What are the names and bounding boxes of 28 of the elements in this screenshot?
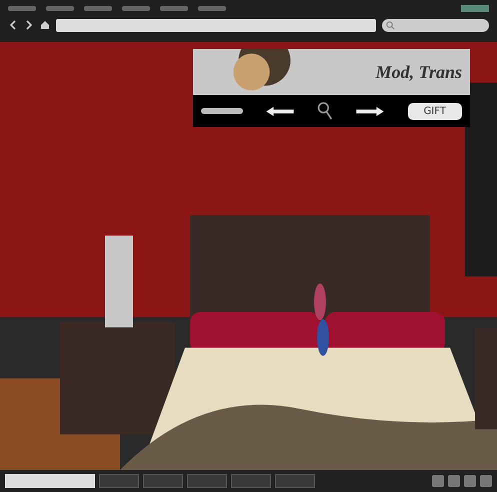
search-icon — [386, 20, 395, 30]
search-field[interactable] — [382, 18, 489, 32]
toolbar-icon[interactable] — [480, 475, 492, 487]
toolbar-button[interactable] — [143, 474, 183, 488]
gift-button[interactable]: GIFT — [408, 102, 462, 120]
toolbar-button[interactable] — [231, 474, 271, 488]
toolbar-icon[interactable] — [432, 475, 444, 487]
menu-item[interactable] — [160, 6, 188, 10]
right-arrow-icon[interactable] — [356, 106, 384, 116]
magnifier-icon[interactable] — [317, 101, 334, 121]
status-indicator — [461, 4, 489, 12]
menu-item[interactable] — [84, 6, 112, 10]
menu-item[interactable] — [122, 6, 150, 10]
toolbar-icon[interactable] — [448, 475, 460, 487]
home-icon[interactable] — [40, 20, 50, 30]
product-caption: Mod, Trans — [376, 62, 462, 82]
toolbar-button[interactable] — [99, 474, 139, 488]
toolbar-icon[interactable] — [464, 475, 476, 487]
menu-item[interactable] — [198, 6, 226, 10]
chat-field[interactable] — [5, 474, 95, 488]
address-field[interactable] — [56, 18, 376, 32]
toolbar-button[interactable] — [187, 474, 227, 488]
left-arrow-icon[interactable] — [266, 106, 294, 116]
menu-item[interactable] — [8, 6, 36, 10]
menu-item[interactable] — [46, 6, 74, 10]
toolbar-button[interactable] — [275, 474, 315, 488]
forward-icon[interactable] — [24, 20, 34, 30]
back-icon[interactable] — [8, 20, 18, 30]
